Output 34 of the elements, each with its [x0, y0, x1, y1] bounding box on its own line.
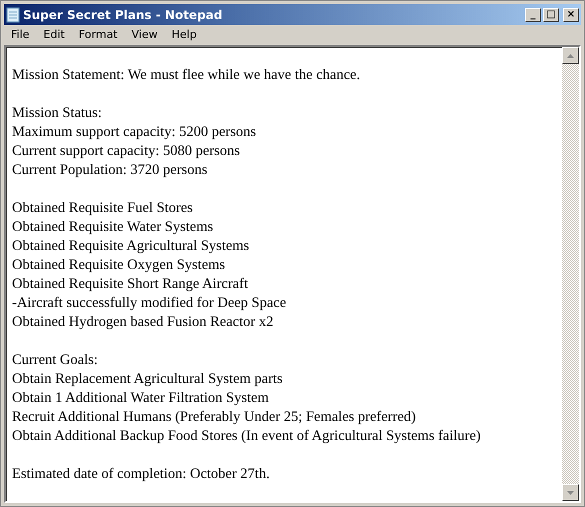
close-button[interactable]: × — [563, 8, 579, 22]
scrollbar[interactable] — [562, 47, 579, 501]
text-line: Obtained Requisite Short Range Aircraft — [12, 275, 248, 294]
maximize-button[interactable]: □ — [543, 8, 559, 22]
menu-item[interactable]: Help — [164, 28, 204, 41]
text-line: Mission Status: — [12, 104, 102, 123]
menu-item[interactable]: Format — [72, 28, 124, 41]
text-line: Current support capacity: 5080 persons — [12, 142, 240, 161]
text-line: Obtain Additional Backup Food Stores (In event of Agricultural Systems failure) — [12, 427, 481, 446]
text-line: Obtained Requisite Fuel Stores — [12, 199, 193, 218]
up-arrow-icon — [567, 54, 574, 58]
text-line: Obtained Requisite Agricultural Systems — [12, 237, 250, 256]
text-line: Obtain Replacement Agricultural System parts — [12, 370, 283, 389]
text-line: Obtained Hydrogen based Fusion Reactor x2 — [12, 313, 274, 332]
text-line: Mission Statement: We must flee while we have the chance. — [12, 66, 360, 85]
menu-item[interactable]: View — [124, 28, 165, 41]
text-area[interactable] — [4, 45, 581, 503]
window-title: Super Secret Plans - Notepad — [23, 8, 224, 22]
text-line: Obtained Requisite Water Systems — [12, 218, 214, 237]
text-line: Obtained Requisite Oxygen Systems — [12, 256, 226, 275]
text-line: Estimated date of completion: October 27th. — [12, 465, 270, 484]
text-line: Current Goals: — [12, 351, 98, 370]
text-line: Obtain 1 Additional Water Filtration System — [12, 389, 269, 408]
menu-item[interactable]: File — [4, 28, 36, 41]
scroll-up-button[interactable] — [562, 47, 579, 64]
scroll-down-button[interactable] — [562, 484, 579, 501]
text-line: Recruit Additional Humans (Preferably Under 25; Females preferred) — [12, 408, 416, 427]
text-line: Maximum support capacity: 5200 persons — [12, 123, 256, 142]
text-line: Current Population: 3720 persons — [12, 161, 208, 180]
down-arrow-icon — [567, 490, 574, 494]
menu-item[interactable]: Edit — [36, 28, 72, 41]
notepad-icon — [6, 6, 20, 22]
minimize-button[interactable]: _ — [525, 8, 541, 22]
text-line: -Aircraft successfully modified for Deep Space — [12, 294, 286, 313]
